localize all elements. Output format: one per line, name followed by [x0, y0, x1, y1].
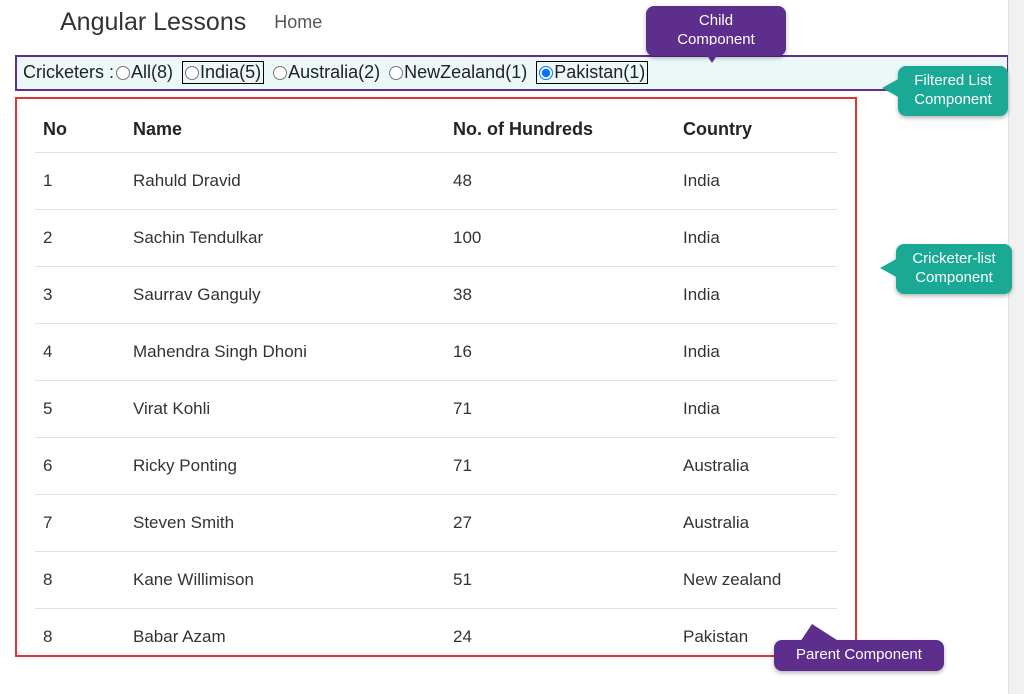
app-brand: Angular Lessons: [60, 8, 246, 37]
table-row: 1Rahuld Dravid48India: [35, 152, 837, 209]
cell-hundreds: 24: [445, 608, 675, 665]
table-row: 8Babar Azam24Pakistan: [35, 608, 837, 665]
cell-hundreds: 51: [445, 551, 675, 608]
cell-name: Ricky Ponting: [125, 437, 445, 494]
cell-country: India: [675, 323, 837, 380]
cell-country: India: [675, 266, 837, 323]
cell-country: New zealand: [675, 551, 837, 608]
table-row: 4Mahendra Singh Dhoni16India: [35, 323, 837, 380]
cell-hundreds: 48: [445, 152, 675, 209]
table-row: 6Ricky Ponting71Australia: [35, 437, 837, 494]
header-hundreds: No. of Hundreds: [445, 109, 675, 153]
filter-option-text: NewZealand(1): [404, 62, 527, 83]
cricketer-table-container: No Name No. of Hundreds Country 1Rahuld …: [15, 97, 857, 657]
cell-name: Rahuld Dravid: [125, 152, 445, 209]
cell-no: 7: [35, 494, 125, 551]
nav-home-link[interactable]: Home: [274, 12, 322, 33]
cell-no: 3: [35, 266, 125, 323]
header-name: Name: [125, 109, 445, 153]
cell-name: Babar Azam: [125, 608, 445, 665]
filter-option[interactable]: Pakistan(1): [536, 61, 648, 84]
cell-name: Mahendra Singh Dhoni: [125, 323, 445, 380]
filter-option[interactable]: India(5): [182, 61, 264, 84]
filter-radio[interactable]: [273, 66, 287, 80]
cell-hundreds: 27: [445, 494, 675, 551]
header-country: Country: [675, 109, 837, 153]
filter-option[interactable]: Australia(2): [273, 62, 380, 83]
cell-country: India: [675, 380, 837, 437]
callout-child-tail-icon: [700, 45, 724, 63]
callout-filtered-tail-icon: [882, 78, 900, 98]
cell-hundreds: 38: [445, 266, 675, 323]
callout-cricketer-list: Cricketer-list Component: [896, 244, 1012, 294]
navbar: Angular Lessons Home: [0, 0, 1024, 45]
callout-parent-component: Parent Component: [774, 640, 944, 671]
cell-hundreds: 71: [445, 437, 675, 494]
filter-radio[interactable]: [539, 66, 553, 80]
cell-name: Sachin Tendulkar: [125, 209, 445, 266]
table-row: 8Kane Willimison51New zealand: [35, 551, 837, 608]
cell-no: 1: [35, 152, 125, 209]
cricketer-table: No Name No. of Hundreds Country 1Rahuld …: [35, 109, 837, 665]
cell-no: 2: [35, 209, 125, 266]
filter-bar: Cricketers : All(8) India(5) Australia(2…: [15, 55, 1009, 91]
filter-option-text: Australia(2): [288, 62, 380, 83]
cell-hundreds: 71: [445, 380, 675, 437]
filter-option-text: All(8): [131, 62, 173, 83]
cell-country: Australia: [675, 494, 837, 551]
cell-name: Kane Willimison: [125, 551, 445, 608]
header-no: No: [35, 109, 125, 153]
filter-label: Cricketers :: [23, 62, 114, 83]
table-header-row: No Name No. of Hundreds Country: [35, 109, 837, 153]
cell-hundreds: 16: [445, 323, 675, 380]
table-row: 7Steven Smith27Australia: [35, 494, 837, 551]
cell-no: 8: [35, 608, 125, 665]
cell-no: 8: [35, 551, 125, 608]
filter-option-text: India(5): [200, 62, 261, 83]
filter-radio[interactable]: [185, 66, 199, 80]
scrollbar-track[interactable]: [1008, 0, 1024, 694]
cell-name: Saurrav Ganguly: [125, 266, 445, 323]
cell-country: India: [675, 209, 837, 266]
cell-name: Steven Smith: [125, 494, 445, 551]
filter-option-text: Pakistan(1): [554, 62, 645, 83]
cell-hundreds: 100: [445, 209, 675, 266]
callout-cricketer-tail-icon: [880, 258, 898, 278]
cell-country: Australia: [675, 437, 837, 494]
filter-option[interactable]: NewZealand(1): [389, 62, 527, 83]
filter-radio[interactable]: [389, 66, 403, 80]
cell-name: Virat Kohli: [125, 380, 445, 437]
cell-country: India: [675, 152, 837, 209]
filter-radio[interactable]: [116, 66, 130, 80]
filter-option[interactable]: All(8): [116, 62, 173, 83]
cell-no: 6: [35, 437, 125, 494]
cell-no: 4: [35, 323, 125, 380]
callout-filtered-list: Filtered List Component: [898, 66, 1008, 116]
table-row: 2Sachin Tendulkar100India: [35, 209, 837, 266]
callout-parent-tail-icon: [800, 624, 840, 642]
cell-no: 5: [35, 380, 125, 437]
table-row: 3Saurrav Ganguly38India: [35, 266, 837, 323]
table-row: 5Virat Kohli71India: [35, 380, 837, 437]
